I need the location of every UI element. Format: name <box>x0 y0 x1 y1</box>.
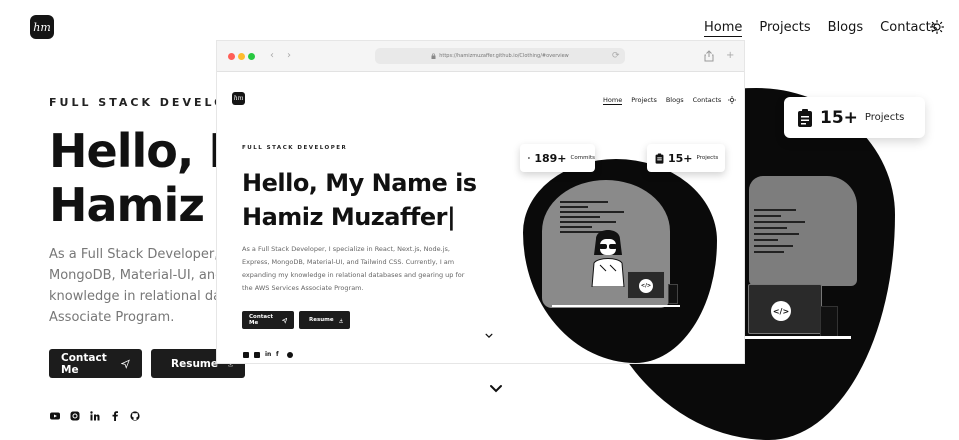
projects-count: 15+ <box>820 107 858 128</box>
site-logo[interactable]: hm <box>30 15 54 39</box>
contact-me-button[interactable]: Contact Me <box>242 311 294 329</box>
new-tab-icon[interactable]: + <box>726 50 734 62</box>
github-icon[interactable] <box>130 411 140 421</box>
browser-toolbar: ‹ › https://hamizmuzaffer.github.io/Clot… <box>217 41 744 72</box>
desk-illustration <box>552 305 680 307</box>
share-icon[interactable] <box>704 50 714 62</box>
youtube-icon[interactable] <box>243 352 249 358</box>
contact-me-label: Contact Me <box>249 314 273 326</box>
linkedin-icon[interactable]: in <box>265 352 271 358</box>
projects-stat-card: 15+ Projects <box>784 97 925 138</box>
minimize-button[interactable] <box>238 53 245 60</box>
instagram-icon[interactable] <box>254 352 260 358</box>
hero-paragraph: As a Full Stack Developer, I sp MongoDB,… <box>49 244 239 328</box>
youtube-icon[interactable] <box>50 411 60 421</box>
projects-count: 15+ <box>668 151 693 165</box>
logo-text: hm <box>33 20 51 34</box>
chair-illustration <box>668 284 678 304</box>
close-button[interactable] <box>228 53 235 60</box>
nav-projects[interactable]: Projects <box>759 20 810 37</box>
commits-label: Commits <box>570 155 595 161</box>
chair-illustration <box>820 306 838 338</box>
heading-line-1: Hello, My Name is <box>242 169 477 197</box>
url-text: https://hamizmuzaffer.github.io/Clothing… <box>439 53 569 59</box>
heading-line-2: Hamiz Muzaffer| <box>242 203 456 231</box>
linkedin-icon[interactable] <box>90 411 100 421</box>
nav-contacts[interactable]: Contacts <box>693 96 722 105</box>
contact-me-button[interactable]: Contact Me <box>49 349 142 378</box>
top-nav: Home Projects Blogs Contacts <box>704 20 938 37</box>
facebook-icon[interactable] <box>110 411 120 421</box>
nav-home[interactable]: Home <box>704 20 743 37</box>
paragraph-line: knowledge in relational datab <box>49 289 239 304</box>
resume-label: Resume <box>171 357 218 370</box>
hero-paragraph: As a Full Stack Developer, I specialize … <box>242 245 465 292</box>
projects-label: Projects <box>864 112 905 123</box>
hero-heading: Hello, My Name is Hamiz Muzaffer| <box>242 166 477 234</box>
nav-home[interactable]: Home <box>603 96 623 105</box>
projects-stat-card: 15+ Projects <box>647 144 725 172</box>
desk-illustration <box>744 336 851 339</box>
facebook-icon[interactable]: f <box>276 352 282 358</box>
forward-icon[interactable]: › <box>287 50 291 62</box>
developer-illustration <box>591 230 625 287</box>
code-icon: </> <box>771 301 791 321</box>
social-links: in f <box>243 352 293 358</box>
nav-projects[interactable]: Projects <box>631 96 657 105</box>
top-nav: Home Projects Blogs Contacts <box>603 96 721 105</box>
resume-label: Resume <box>309 317 334 323</box>
reload-icon[interactable]: ⟳ <box>612 50 620 62</box>
paragraph-line: As a Full Stack Developer, I sp <box>49 247 239 262</box>
nav-contacts[interactable]: Contacts <box>880 20 937 37</box>
maximize-button[interactable] <box>248 53 255 60</box>
code-lines-illustration <box>754 209 814 257</box>
paragraph-line: MongoDB, Material-UI, and T <box>49 268 236 283</box>
projects-label: Projects <box>696 155 719 161</box>
download-icon <box>338 318 343 323</box>
clipboard-icon <box>655 152 664 164</box>
logo-text: hm <box>233 95 244 102</box>
send-icon <box>121 359 130 369</box>
sun-icon[interactable] <box>728 96 736 104</box>
instagram-icon[interactable] <box>70 411 80 421</box>
contact-me-label: Contact Me <box>61 351 107 376</box>
commits-stat-card: 189+ Commits <box>520 144 595 172</box>
github-icon[interactable] <box>287 352 293 358</box>
chevron-down-icon[interactable] <box>489 384 503 394</box>
paragraph-line: Associate Program. <box>49 310 175 325</box>
browser-window: ‹ › https://hamizmuzaffer.github.io/Clot… <box>217 41 744 363</box>
clipboard-icon <box>798 108 812 127</box>
lock-icon <box>431 53 436 59</box>
users-icon <box>528 157 531 160</box>
back-icon[interactable]: ‹ <box>270 50 274 62</box>
social-links <box>50 411 140 421</box>
resume-button[interactable]: Resume <box>299 311 350 329</box>
chevron-down-icon[interactable] <box>485 333 493 339</box>
nav-blogs[interactable]: Blogs <box>828 20 864 37</box>
address-bar[interactable]: https://hamizmuzaffer.github.io/Clothing… <box>375 48 625 64</box>
nav-blogs[interactable]: Blogs <box>666 96 684 105</box>
sun-icon[interactable] <box>930 20 944 34</box>
code-icon: </> <box>639 279 653 293</box>
site-logo[interactable]: hm <box>232 92 245 105</box>
hero-subtitle: FULL STACK DEVELOPER <box>242 145 348 151</box>
send-icon <box>281 317 287 324</box>
commits-count: 189+ <box>534 151 567 165</box>
